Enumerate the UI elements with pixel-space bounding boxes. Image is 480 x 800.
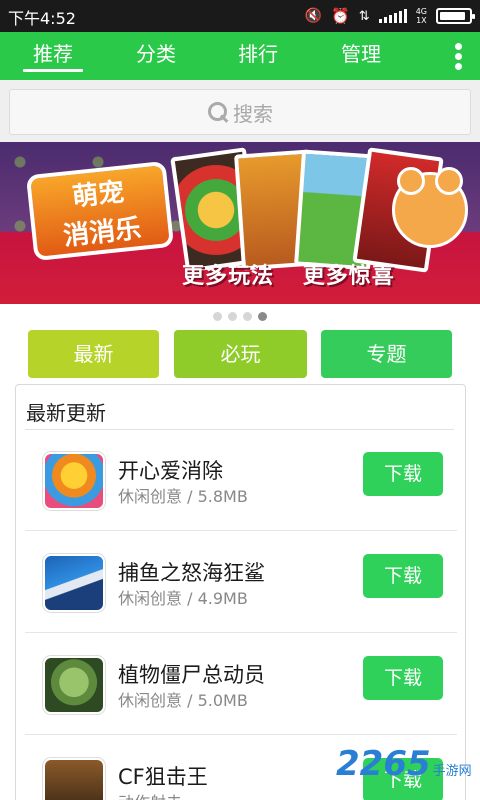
watermark-number: 2265 [336, 744, 431, 784]
signal-icon [378, 9, 407, 23]
status-bar: 下午4:52 🔇 ⏰ ⇅ 4G 1X [0, 0, 480, 32]
banner-slogan-1: 更多玩法 [182, 264, 275, 289]
search-placeholder: 搜索 [233, 101, 273, 126]
network-type: 4G 1X [416, 7, 427, 25]
list-item[interactable]: 捕鱼之怒海狂鲨 休闲创意 / 4.9MB 下载 [25, 532, 457, 633]
data-transfer-icon: ⇅ [358, 8, 370, 24]
tab-recommend[interactable]: 推荐 [13, 32, 93, 80]
battery-fill [440, 12, 465, 20]
bear-mascot-icon [392, 167, 468, 248]
pagination-dot[interactable] [213, 312, 222, 321]
app-icon [43, 758, 105, 800]
battery-icon [436, 8, 475, 24]
topics-button[interactable]: 专题 [321, 330, 452, 378]
network-type-label: 4G [415, 7, 427, 16]
app-name: 植物僵尸总动员 [118, 663, 265, 687]
promo-banner[interactable]: 萌宠 消消乐 更多玩法 更多惊喜 [0, 142, 480, 304]
download-button[interactable]: 下载 [363, 656, 443, 700]
search-input[interactable]: 搜索 [9, 89, 471, 135]
list-item[interactable]: 植物僵尸总动员 休闲创意 / 5.0MB 下载 [25, 634, 457, 735]
app-name: CF狙击王 [118, 765, 208, 789]
search-area: 搜索 [0, 80, 480, 142]
app-icon [43, 656, 105, 714]
tab-ranking[interactable]: 排行 [218, 32, 298, 80]
latest-button[interactable]: 最新 [28, 330, 159, 378]
banner-game-logo: 萌宠 消消乐 [25, 160, 175, 262]
must-play-button[interactable]: 必玩 [174, 330, 307, 378]
watermark-text: 手游网 [432, 764, 472, 779]
list-item[interactable]: 开心爱消除 休闲创意 / 5.8MB 下载 [25, 430, 457, 531]
latest-updates-card: 最新更新 开心爱消除 休闲创意 / 5.8MB 下载 捕鱼之怒海狂鲨 休闲创意 … [15, 384, 466, 800]
app-name: 捕鱼之怒海狂鲨 [118, 561, 265, 585]
pagination-dot[interactable] [228, 312, 237, 321]
pagination-dot[interactable] [243, 312, 252, 321]
tab-category[interactable]: 分类 [116, 32, 196, 80]
app-icon [43, 554, 105, 612]
download-button[interactable]: 下载 [363, 452, 443, 496]
site-watermark: 2265 手游网 [336, 744, 472, 784]
status-time: 下午4:52 [8, 9, 76, 28]
app-meta: 休闲创意 / 5.8MB [118, 487, 248, 506]
alarm-icon: ⏰ [331, 7, 350, 25]
app-meta: 休闲创意 / 5.0MB [118, 691, 248, 710]
tab-manage[interactable]: 管理 [321, 32, 401, 80]
banner-slogan: 更多玩法 更多惊喜 [182, 258, 415, 290]
mute-icon: 🔇 [304, 8, 323, 24]
app-name: 开心爱消除 [118, 459, 223, 483]
search-icon [207, 101, 229, 123]
network-sub-label: 1X [416, 16, 427, 25]
top-nav: 推荐 分类 排行 管理 [0, 32, 480, 80]
more-menu-icon[interactable] [448, 40, 468, 72]
app-meta: 动作射击 [118, 789, 182, 800]
app-meta: 休闲创意 / 4.9MB [118, 589, 248, 608]
app-icon [43, 452, 105, 510]
pagination-dot-active[interactable] [258, 312, 267, 321]
download-button[interactable]: 下载 [363, 554, 443, 598]
banner-slogan-2: 更多惊喜 [302, 264, 395, 289]
status-icons: 🔇 ⏰ ⇅ 4G 1X [304, 6, 475, 26]
section-title: 最新更新 [26, 401, 106, 425]
banner-pagination [0, 312, 480, 321]
